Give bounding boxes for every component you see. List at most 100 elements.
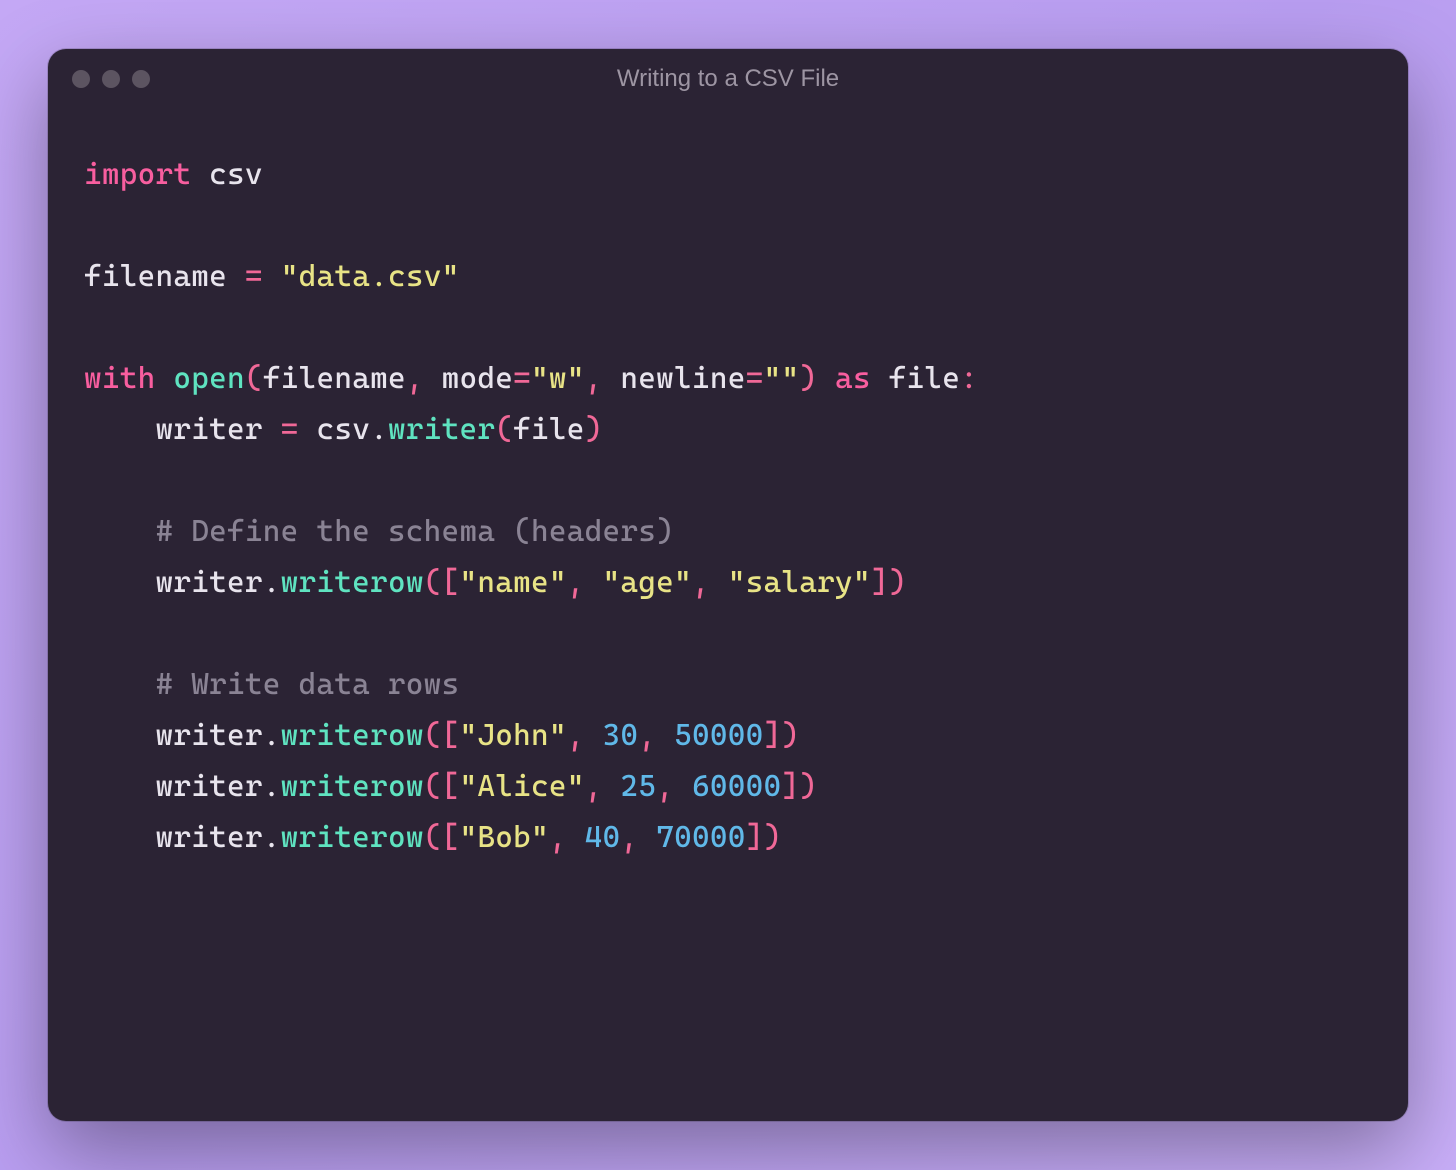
code-token: import xyxy=(84,157,191,192)
code-line: # Define the schema (headers) xyxy=(84,506,1372,557)
code-token: ([ xyxy=(424,565,460,600)
code-token xyxy=(263,259,281,294)
titlebar: Writing to a CSV File xyxy=(48,49,1408,109)
minimize-icon[interactable] xyxy=(102,70,120,88)
code-token: "w" xyxy=(531,361,585,396)
code-token: = xyxy=(746,361,764,396)
code-token: csv xyxy=(299,412,371,447)
code-token: , xyxy=(620,820,638,855)
code-token: . xyxy=(263,718,281,753)
code-line xyxy=(84,302,1372,353)
code-token: open xyxy=(173,361,245,396)
code-token: , xyxy=(585,769,603,804)
code-token: "age" xyxy=(603,565,692,600)
code-token xyxy=(156,361,174,396)
code-editor-window: Writing to a CSV File import csv filenam… xyxy=(48,49,1408,1121)
code-area[interactable]: import csv filename = "data.csv" with op… xyxy=(48,109,1408,1121)
code-token: , xyxy=(585,361,603,396)
code-token: , xyxy=(567,565,585,600)
code-token: 50000 xyxy=(674,718,763,753)
code-token: writer xyxy=(84,769,263,804)
code-token: with xyxy=(84,361,156,396)
code-token: writer xyxy=(84,412,281,447)
code-token: ) xyxy=(585,412,603,447)
code-token: , xyxy=(406,361,424,396)
code-token xyxy=(585,718,603,753)
code-token: ( xyxy=(245,361,263,396)
code-token xyxy=(585,565,603,600)
code-token xyxy=(674,769,692,804)
code-token: ( xyxy=(495,412,513,447)
code-token xyxy=(817,361,835,396)
code-token: . xyxy=(263,565,281,600)
code-token: writer xyxy=(84,565,263,600)
code-token: writer xyxy=(84,820,263,855)
code-line: writer.writerow(["name", "age", "salary"… xyxy=(84,557,1372,608)
code-token: . xyxy=(370,412,388,447)
code-token: , xyxy=(567,718,585,753)
code-line xyxy=(84,608,1372,659)
code-token: 60000 xyxy=(692,769,781,804)
code-token: 30 xyxy=(603,718,639,753)
code-token: "name" xyxy=(459,565,566,600)
code-token: ([ xyxy=(424,718,460,753)
code-line: writer.writerow(["Alice", 25, 60000]) xyxy=(84,761,1372,812)
code-token: # Define the schema (headers) xyxy=(84,514,674,549)
code-line xyxy=(84,455,1372,506)
code-token: as xyxy=(835,361,871,396)
code-token: newline xyxy=(603,361,746,396)
code-token: ]) xyxy=(763,718,799,753)
code-token: writer xyxy=(84,718,263,753)
code-token: writerow xyxy=(281,769,424,804)
code-line: # Write data rows xyxy=(84,659,1372,710)
close-icon[interactable] xyxy=(72,70,90,88)
code-line xyxy=(84,200,1372,251)
code-token: writerow xyxy=(281,718,424,753)
code-token: . xyxy=(263,820,281,855)
code-line: writer.writerow(["Bob", 40, 70000]) xyxy=(84,812,1372,863)
code-token: 70000 xyxy=(656,820,745,855)
code-token: filename xyxy=(84,259,245,294)
code-token: = xyxy=(245,259,263,294)
code-token: writer xyxy=(388,412,495,447)
code-token: "salary" xyxy=(728,565,871,600)
code-token: file xyxy=(871,361,960,396)
code-token: ]) xyxy=(871,565,907,600)
code-token: 25 xyxy=(620,769,656,804)
code-token: . xyxy=(263,769,281,804)
code-token: = xyxy=(513,361,531,396)
code-token: "data.csv" xyxy=(281,259,460,294)
code-token: ) xyxy=(799,361,817,396)
code-token: ]) xyxy=(781,769,817,804)
code-line: filename = "data.csv" xyxy=(84,251,1372,302)
window-title: Writing to a CSV File xyxy=(617,65,839,93)
code-token: mode xyxy=(424,361,513,396)
code-token: file xyxy=(513,412,585,447)
maximize-icon[interactable] xyxy=(132,70,150,88)
code-token xyxy=(191,157,209,192)
code-token: filename xyxy=(263,361,406,396)
code-token: writerow xyxy=(281,820,424,855)
code-token xyxy=(638,820,656,855)
code-token: "John" xyxy=(459,718,566,753)
code-token: , xyxy=(656,769,674,804)
code-line: writer.writerow(["John", 30, 50000]) xyxy=(84,710,1372,761)
code-token: "Bob" xyxy=(459,820,548,855)
code-token: # Write data rows xyxy=(84,667,459,702)
code-token xyxy=(603,769,621,804)
code-token: , xyxy=(692,565,710,600)
code-token: ([ xyxy=(424,820,460,855)
code-token: ([ xyxy=(424,769,460,804)
code-token: , xyxy=(549,820,567,855)
code-line: with open(filename, mode="w", newline=""… xyxy=(84,353,1372,404)
code-token: , xyxy=(638,718,656,753)
code-token: : xyxy=(960,361,978,396)
code-token: csv xyxy=(209,157,263,192)
code-line: import csv xyxy=(84,149,1372,200)
code-token: "Alice" xyxy=(459,769,584,804)
code-token: "" xyxy=(763,361,799,396)
code-token: writerow xyxy=(281,565,424,600)
code-token: ]) xyxy=(746,820,782,855)
code-token xyxy=(567,820,585,855)
code-token: 40 xyxy=(585,820,621,855)
